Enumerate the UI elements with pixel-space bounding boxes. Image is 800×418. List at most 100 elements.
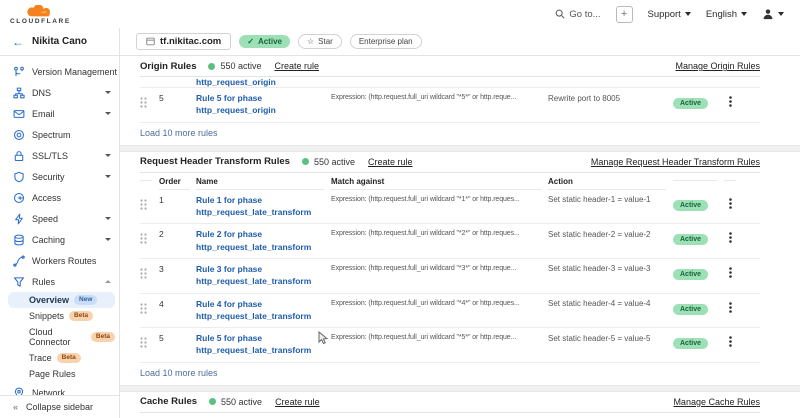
shield-icon (13, 171, 25, 183)
kebab-menu-icon[interactable] (729, 332, 732, 352)
sidebar-item-label: DNS (32, 88, 51, 98)
back-arrow-icon[interactable]: ← (12, 36, 24, 48)
kebab-menu-icon[interactable] (729, 263, 732, 283)
clipped-table-row: http_request_origin (140, 77, 760, 88)
create-rule-link[interactable]: Create rule (368, 157, 413, 167)
rule-status-badge: Active (673, 269, 708, 280)
drag-handle-icon[interactable] (140, 228, 152, 249)
kebab-menu-icon[interactable] (729, 194, 732, 214)
match-col-header: Match against (331, 173, 541, 190)
section-divider (120, 145, 800, 152)
kebab-menu-icon[interactable] (729, 92, 732, 112)
manage-rules-link[interactable]: Manage Origin Rules (675, 61, 760, 71)
language-menu[interactable]: English (706, 9, 747, 20)
add-site-button[interactable]: + (616, 6, 633, 23)
domain-name: tf.nikitac.com (160, 36, 221, 47)
load-more-rules-link[interactable]: Load 10 more rules (140, 363, 760, 385)
sidebar-item-cloud-connector[interactable]: Cloud Connector Beta (0, 324, 119, 350)
create-rule-link[interactable]: Create rule (275, 397, 320, 407)
sidebar-item-version-management[interactable]: Version Management (0, 61, 119, 82)
rule-expression: Expression: (http.request.full_uri wildc… (331, 298, 541, 307)
support-menu[interactable]: Support (648, 9, 691, 20)
sidebar-subitem-label: Snippets (29, 311, 64, 321)
sidebar-item-caching[interactable]: Caching (0, 229, 119, 250)
table-row: 4 Rule 4 for phase http_request_late_tra… (140, 294, 760, 329)
chevron-down-icon (105, 217, 111, 220)
star-button[interactable]: ☆ Star (298, 34, 342, 49)
sidebar-item-dns[interactable]: DNS (0, 82, 119, 103)
section-header: Cache Rules 550 active Create rule Manag… (140, 392, 760, 413)
manage-rules-link[interactable]: Manage Cache Rules (673, 397, 760, 407)
user-icon (762, 8, 774, 20)
rule-order: 2 (159, 228, 189, 239)
status-badge: Beta (57, 353, 81, 363)
goto-search[interactable]: Go to... (555, 9, 600, 20)
domain-selector[interactable]: tf.nikitac.com (136, 33, 231, 50)
chevron-down-icon (105, 154, 111, 157)
table-header-row: Order Name Match against Action (140, 173, 760, 190)
sidebar-item-label: Email (32, 109, 55, 119)
rules-section: Cache Rules 550 active Create rule Manag… (120, 392, 800, 418)
rule-name-link[interactable]: Rule 1 for phase http_request_late_trans… (196, 194, 324, 219)
sidebar-item-security[interactable]: Security (0, 166, 119, 187)
section-title: Cache Rules (140, 396, 197, 407)
active-status-dot-icon (302, 158, 309, 165)
collapse-label: Collapse sidebar (26, 402, 93, 412)
rule-name-link[interactable]: Rule 5 for phase http_request_origin (196, 92, 324, 117)
rule-action: Set static header-5 = value-5 (548, 332, 666, 343)
drag-handle-icon[interactable] (140, 332, 152, 353)
sidebar-item-label: Version Management (32, 67, 117, 77)
table-row: 1 Rule 1 for phase http_request_late_tra… (140, 190, 760, 225)
chevron-down-icon (105, 91, 111, 94)
status-badge: Beta (91, 332, 115, 342)
page-layout: Version Management DNS Email Spectrum SS… (0, 56, 800, 418)
sidebar-item-access[interactable]: Access (0, 187, 119, 208)
sidebar-subitem-label: Overview (29, 295, 69, 305)
check-icon: ✓ (247, 37, 254, 46)
chevron-down-icon (741, 12, 747, 16)
status-badge: New (74, 295, 97, 305)
collapse-icon: « (13, 402, 18, 412)
table-rows: 5 Rule 5 for phase http_request_origin E… (140, 88, 760, 123)
manage-rules-link[interactable]: Manage Request Header Transform Rules (591, 157, 760, 167)
account-menu[interactable] (762, 8, 784, 20)
rules-panel: Origin Rules 550 active Create rule Mana… (120, 56, 800, 418)
rule-name-link[interactable]: Rule 4 for phase http_request_late_trans… (196, 298, 324, 323)
sidebar-item-network[interactable]: Network (0, 382, 119, 395)
sidebar-item-ssl-tls[interactable]: SSL/TLS (0, 145, 119, 166)
top-bar: CLOUDFLARE Go to... + Support English (0, 0, 800, 28)
order-col-header: Order (159, 173, 189, 190)
status-badge: Beta (69, 311, 93, 321)
language-label: English (706, 9, 737, 20)
rule-name-link[interactable]: Rule 3 for phase http_request_late_trans… (196, 263, 324, 288)
sidebar-item-spectrum[interactable]: Spectrum (0, 124, 119, 145)
create-rule-link[interactable]: Create rule (275, 61, 320, 71)
handle-col-header (140, 173, 152, 181)
sidebar-item-overview[interactable]: Overview New (8, 292, 115, 308)
sidebar-item-rules[interactable]: Rules (0, 271, 119, 292)
rule-name-link[interactable]: Rule 2 for phase http_request_late_trans… (196, 228, 324, 253)
sidebar-item-workers-routes[interactable]: Workers Routes (0, 250, 119, 271)
collapse-sidebar-button[interactable]: « Collapse sidebar (0, 395, 119, 418)
sidebar-item-email[interactable]: Email (0, 103, 119, 124)
sidebar-item-trace[interactable]: Trace Beta (0, 350, 119, 366)
drag-handle-icon[interactable] (140, 263, 152, 284)
sidebar-item-page-rules[interactable]: Page Rules (0, 366, 119, 382)
sidebar-subitem-label: Cloud Connector (29, 327, 86, 347)
domain-icon (146, 37, 155, 46)
rule-name-link[interactable]: http_request_origin (196, 77, 324, 88)
access-icon (13, 192, 25, 204)
section-header: Request Header Transform Rules 550 activ… (140, 152, 760, 173)
sidebar-item-snippets[interactable]: Snippets Beta (0, 308, 119, 324)
rule-name-link[interactable]: Rule 5 for phase http_request_late_trans… (196, 332, 324, 357)
drag-handle-icon[interactable] (140, 298, 152, 319)
drag-handle-icon[interactable] (140, 92, 152, 113)
kebab-menu-icon[interactable] (729, 298, 732, 318)
drag-handle-icon[interactable] (140, 194, 152, 215)
sidebar-item-speed[interactable]: Speed (0, 208, 119, 229)
table-row: 5 Rule 5 for phase http_request_late_tra… (140, 328, 760, 363)
rule-action: Set static header-1 = value-1 (548, 194, 666, 205)
load-more-rules-link[interactable]: Load 10 more rules (140, 123, 760, 145)
sidebar-item-label: Speed (32, 214, 58, 224)
kebab-menu-icon[interactable] (729, 228, 732, 248)
